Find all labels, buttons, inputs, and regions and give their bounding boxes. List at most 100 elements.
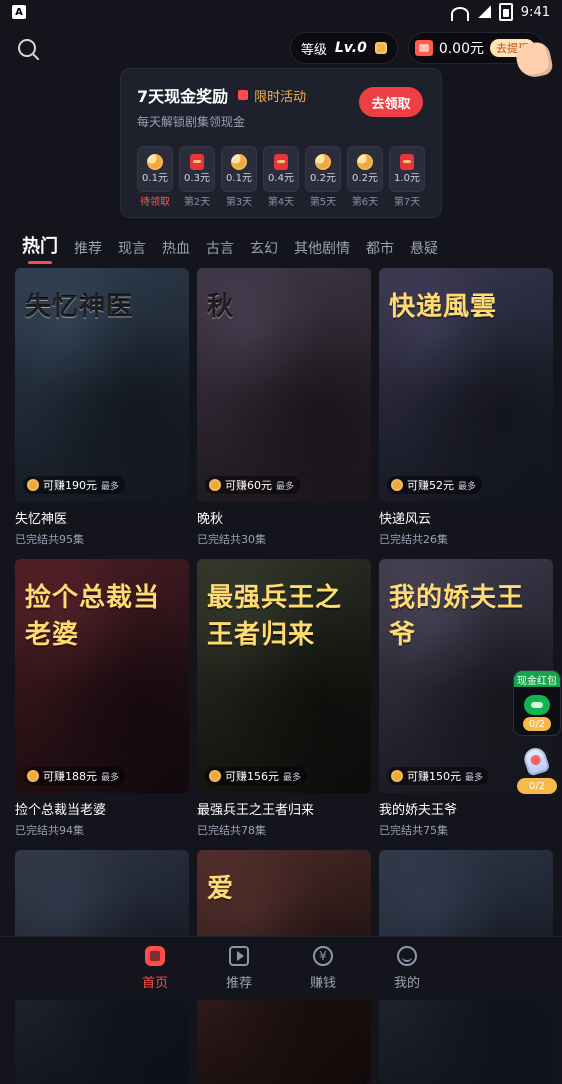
coin-icon — [209, 479, 221, 491]
drama-episodes: 已完结共94集 — [15, 824, 84, 837]
drama-card[interactable]: 最强兵王之王者归来 可赚156元 最多 最强兵王之王者归来 已完结共78集 — [197, 559, 371, 838]
reward-day-label: 第6天 — [351, 197, 379, 208]
nav-earn[interactable]: ¥ 赚钱 — [298, 946, 348, 991]
reward-day-amount: 0.2元 — [352, 173, 378, 184]
earn-badge: 可赚52元 最多 — [387, 476, 483, 494]
redpack-icon — [190, 154, 204, 170]
cash-redpack-widget[interactable]: 现金红包 0/2 — [513, 670, 561, 736]
earn-text: 可赚150元 — [407, 770, 461, 783]
tab-modern-romance[interactable]: 现言 — [118, 238, 146, 258]
drama-card[interactable]: 快递風雲 可赚52元 最多 快递风云 已完结共26集 — [379, 268, 553, 547]
gift-icon — [400, 154, 414, 170]
drama-meta: 我的娇夫王爷 已完结共75集 — [379, 799, 553, 838]
tab-recommend[interactable]: 推荐 — [74, 238, 102, 258]
earn-max: 最多 — [283, 772, 302, 783]
rocket-widget[interactable]: 0/2 — [511, 745, 559, 794]
reward-day-6[interactable]: 0.2元 第6天 — [347, 146, 383, 208]
nav-earn-label: 赚钱 — [309, 976, 336, 991]
claim-button[interactable]: 去领取 — [359, 87, 423, 117]
tab-action[interactable]: 热血 — [162, 238, 190, 258]
earn-max: 最多 — [101, 772, 120, 783]
battery-icon — [498, 3, 513, 21]
reward-day-1[interactable]: 0.1元 待领取 — [137, 146, 173, 208]
drama-meta: 晚秋 已完结共30集 — [197, 508, 371, 547]
smile-icon — [397, 946, 417, 966]
drama-title: 捡个总裁当老婆 — [15, 803, 107, 818]
drama-poster[interactable]: 捡个总裁当老婆 可赚188元 最多 — [15, 559, 189, 793]
drama-poster[interactable]: 失忆神医 可赚190元 最多 — [15, 268, 189, 502]
drama-episodes: 已完结共30集 — [197, 533, 266, 546]
coin-icon — [391, 479, 403, 491]
nav-me-label: 我的 — [393, 976, 420, 991]
reward-day-label: 第4天 — [267, 197, 295, 208]
status-time: 9:41 — [520, 4, 550, 20]
tab-suspense[interactable]: 悬疑 — [410, 238, 438, 258]
coin-icon — [357, 154, 373, 170]
earn-text: 可赚52元 — [407, 479, 454, 492]
sim-badge: A — [12, 5, 26, 19]
home-icon — [145, 946, 165, 966]
earn-max: 最多 — [101, 481, 120, 492]
earn-badge: 可赚156元 最多 — [205, 767, 308, 785]
tab-fantasy[interactable]: 玄幻 — [250, 238, 278, 258]
reward-day-label: 第2天 — [183, 197, 211, 208]
drama-poster[interactable]: 秋 可赚60元 最多 — [197, 268, 371, 502]
drama-card[interactable]: 失忆神医 可赚190元 最多 失忆神医 已完结共95集 — [15, 268, 189, 547]
drama-episodes: 已完结共26集 — [379, 533, 448, 546]
signal-icon — [476, 6, 491, 18]
reward-day-box: 0.2元 — [347, 146, 383, 192]
status-bar: A 9:41 — [0, 0, 562, 24]
coin-icon — [27, 770, 39, 782]
search-icon[interactable] — [18, 39, 36, 57]
drama-title: 快递风云 — [379, 512, 432, 527]
nav-home[interactable]: 首页 — [130, 946, 180, 991]
yen-icon: ¥ — [313, 946, 333, 966]
poster-title: 我的娇夫王爷 — [389, 583, 525, 650]
drama-meta: 失忆神医 已完结共95集 — [15, 508, 189, 547]
drama-title: 晚秋 — [197, 512, 224, 527]
balance-pill[interactable]: 0.00元 去提现 — [407, 32, 555, 81]
nav-recommend[interactable]: 推荐 — [214, 946, 264, 991]
reward-day-box: 1.0元 — [389, 146, 425, 192]
reward-day-amount: 0.4元 — [268, 173, 294, 184]
nav-me[interactable]: 我的 — [382, 946, 432, 991]
poster-title: 失忆神医 — [25, 292, 134, 322]
tab-ancient-romance[interactable]: 古言 — [206, 238, 234, 258]
reward-day-box: 0.3元 — [179, 146, 215, 192]
reward-day-label: 第3天 — [225, 197, 253, 208]
poster-title: 最强兵王之王者归来 — [207, 583, 343, 650]
earn-badge: 可赚60元 最多 — [205, 476, 301, 494]
nav-home-label: 首页 — [141, 976, 168, 991]
limited-activity-label: 限时活动 — [254, 89, 307, 105]
play-icon — [229, 946, 249, 966]
reward-day-4[interactable]: 0.4元 第4天 — [263, 146, 299, 208]
reward-day-box: 0.1元 — [221, 146, 257, 192]
level-badge-icon — [374, 42, 387, 54]
tab-other[interactable]: 其他剧情 — [294, 238, 350, 258]
drama-poster[interactable]: 快递風雲 可赚52元 最多 — [379, 268, 553, 502]
limited-activity: 限时活动 — [238, 86, 306, 105]
reward-day-5[interactable]: 0.2元 第5天 — [305, 146, 341, 208]
rocket-progress: 0/2 — [517, 778, 557, 794]
reward-day-2[interactable]: 0.3元 第2天 — [179, 146, 215, 208]
reward-day-3[interactable]: 0.1元 第3天 — [221, 146, 257, 208]
reward-day-box: 0.4元 — [263, 146, 299, 192]
coin-icon — [391, 770, 403, 782]
drama-card[interactable]: 捡个总裁当老婆 可赚188元 最多 捡个总裁当老婆 已完结共94集 — [15, 559, 189, 838]
earn-badge: 可赚188元 最多 — [23, 767, 126, 785]
drama-meta: 快递风云 已完结共26集 — [379, 508, 553, 547]
reward-day-7[interactable]: 1.0元 第7天 — [389, 146, 425, 208]
reward-title: 7天现金奖励 — [137, 87, 229, 106]
drama-poster[interactable]: 最强兵王之王者归来 可赚156元 最多 — [197, 559, 371, 793]
tab-urban[interactable]: 都市 — [366, 238, 394, 258]
bottom-navigation: 首页 推荐 ¥ 赚钱 我的 — [0, 936, 562, 1000]
coin-icon — [147, 154, 163, 170]
drama-meta: 最强兵王之王者归来 已完结共78集 — [197, 799, 371, 838]
drama-episodes: 已完结共95集 — [15, 533, 84, 546]
poster-title: 快递風雲 — [389, 292, 498, 322]
wechat-icon — [524, 695, 550, 715]
level-pill[interactable]: 等级 Lv.0 — [289, 32, 398, 64]
drama-card[interactable]: 秋 可赚60元 最多 晚秋 已完结共30集 — [197, 268, 371, 547]
drama-episodes: 已完结共75集 — [379, 824, 448, 837]
tab-hot[interactable]: 热门 — [22, 232, 58, 258]
